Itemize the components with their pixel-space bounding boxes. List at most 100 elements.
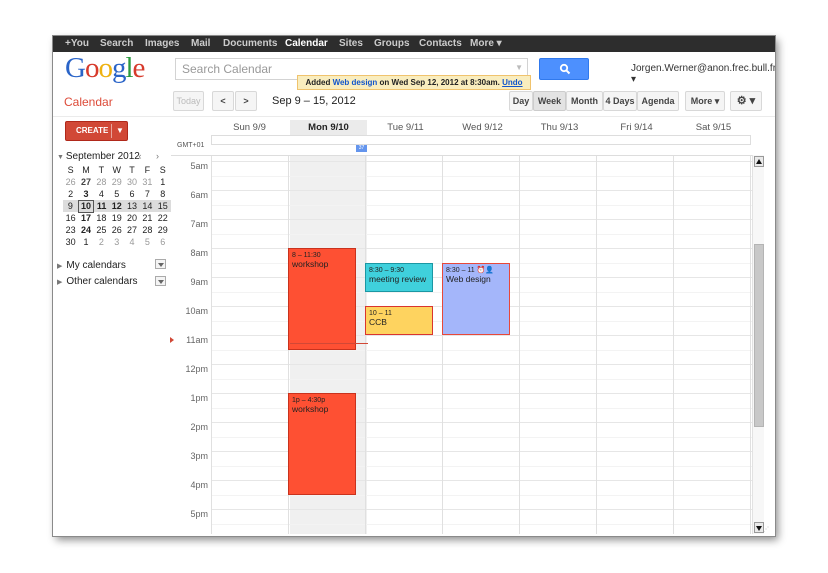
hour-label: 9am xyxy=(190,277,208,287)
topnav-documents[interactable]: Documents xyxy=(223,38,277,49)
mini-day[interactable]: 3 xyxy=(109,236,124,248)
mini-day[interactable]: 19 xyxy=(109,212,124,224)
mini-day[interactable]: 24 xyxy=(78,224,93,236)
mini-day[interactable]: 29 xyxy=(155,224,170,236)
day-header-wed[interactable]: Wed 9/12 xyxy=(444,120,521,136)
view-month-button[interactable]: Month xyxy=(566,91,603,111)
mini-day-today[interactable]: 10 xyxy=(77,199,95,213)
day-header-tue[interactable]: Tue 9/11 xyxy=(367,120,444,136)
topnav-sites[interactable]: Sites xyxy=(339,38,363,49)
mini-week-row: 26 27 28 29 30 31 1 xyxy=(63,176,171,188)
my-calendars-menu-icon[interactable] xyxy=(155,259,166,269)
topnav-you[interactable]: +You xyxy=(65,38,89,49)
mini-day[interactable]: 23 xyxy=(63,224,78,236)
mini-day[interactable]: 1 xyxy=(78,236,93,248)
my-calendars-section[interactable]: ▶ My calendars xyxy=(57,260,126,271)
prev-week-button[interactable]: < xyxy=(212,91,234,111)
mini-day[interactable]: 12 xyxy=(109,200,125,212)
mini-day[interactable]: 11 xyxy=(93,200,110,212)
calendar-event[interactable]: 1p – 4:30p workshop xyxy=(288,393,356,495)
create-event-button[interactable]: CREATE ▼ xyxy=(65,121,128,141)
mini-day[interactable]: 26 xyxy=(63,176,78,188)
mini-day[interactable]: 25 xyxy=(94,224,109,236)
mini-day[interactable]: 6 xyxy=(124,188,139,200)
mini-day[interactable]: 21 xyxy=(140,212,155,224)
calendar-event[interactable]: 8:30 – 11 ⏰👤 Web design xyxy=(442,262,510,335)
other-calendars-section[interactable]: ▶ Other calendars xyxy=(57,276,138,287)
scrollbar-thumb[interactable] xyxy=(754,244,764,427)
search-options-chevron-icon[interactable]: ▼ xyxy=(515,63,523,72)
mini-day[interactable]: 30 xyxy=(63,236,78,248)
mini-calendar-nav[interactable]: ‹ › xyxy=(139,151,166,161)
mini-day[interactable]: 18 xyxy=(94,212,109,224)
scroll-up-arrow-icon[interactable] xyxy=(754,156,764,167)
day-header-thu[interactable]: Thu 9/13 xyxy=(521,120,598,136)
mini-day[interactable]: 2 xyxy=(94,236,109,248)
resize-grip-icon[interactable]: ⋰ xyxy=(763,526,773,534)
mini-day[interactable]: 1 xyxy=(155,176,170,188)
mini-day[interactable]: 28 xyxy=(94,176,109,188)
user-account-menu[interactable]: Jorgen.Werner@anon.frec.bull.fr ▾ xyxy=(631,63,775,85)
undo-link[interactable]: Undo xyxy=(502,78,522,87)
view-day-button[interactable]: Day xyxy=(509,91,533,111)
topnav-mail[interactable]: Mail xyxy=(191,38,210,49)
mini-day[interactable]: 31 xyxy=(140,176,155,188)
mini-day[interactable]: 16 xyxy=(63,212,78,224)
mini-day[interactable]: 6 xyxy=(155,236,170,248)
all-day-row[interactable] xyxy=(211,135,751,145)
view-4days-button[interactable]: 4 Days xyxy=(603,91,637,111)
day-column-divider xyxy=(519,156,520,534)
mini-calendar-title[interactable]: September 2012 xyxy=(66,151,140,162)
mini-day[interactable]: 3 xyxy=(78,188,93,200)
topnav-groups[interactable]: Groups xyxy=(374,38,410,49)
create-dropdown-arrow-icon[interactable]: ▼ xyxy=(116,122,124,140)
expand-chevron-icon: ▶ xyxy=(57,279,63,286)
mini-day[interactable]: 22 xyxy=(155,212,170,224)
mini-day[interactable]: 4 xyxy=(94,188,109,200)
mini-day[interactable]: 27 xyxy=(124,224,139,236)
toast-event-link[interactable]: Web design xyxy=(333,78,378,87)
mini-day[interactable]: 29 xyxy=(109,176,124,188)
today-button[interactable]: Today xyxy=(173,91,204,111)
view-agenda-button[interactable]: Agenda xyxy=(637,91,679,111)
topnav-contacts[interactable]: Contacts xyxy=(419,38,462,49)
calendar-event[interactable]: 10 – 11 CCB xyxy=(365,306,433,335)
mini-day[interactable]: 13 xyxy=(124,200,140,212)
mini-day[interactable]: 30 xyxy=(124,176,139,188)
settings-gear-icon[interactable]: ⚙ ▾ xyxy=(730,91,762,111)
other-calendars-menu-icon[interactable] xyxy=(155,276,166,286)
grid-scrollbar[interactable] xyxy=(752,155,764,534)
topnav-more[interactable]: More ▾ xyxy=(470,38,502,49)
topnav-search[interactable]: Search xyxy=(100,38,133,49)
hour-label: 7am xyxy=(190,219,208,229)
mini-day[interactable]: 26 xyxy=(109,224,124,236)
mini-day[interactable]: 20 xyxy=(124,212,139,224)
day-header-sun[interactable]: Sun 9/9 xyxy=(211,120,288,136)
mini-day[interactable]: 17 xyxy=(78,212,93,224)
mini-day[interactable]: 4 xyxy=(124,236,139,248)
more-views-button[interactable]: More ▾ xyxy=(685,91,725,111)
topnav-images[interactable]: Images xyxy=(145,38,179,49)
mini-collapse-icon[interactable]: ▼ xyxy=(57,154,66,161)
day-header-sat[interactable]: Sat 9/15 xyxy=(675,120,752,136)
mini-day[interactable]: 2 xyxy=(63,188,78,200)
mini-day[interactable]: 28 xyxy=(140,224,155,236)
search-button[interactable] xyxy=(539,58,589,80)
mini-day[interactable]: 27 xyxy=(78,176,93,188)
view-week-button[interactable]: Week xyxy=(533,91,566,111)
mini-day[interactable]: 9 xyxy=(63,200,79,212)
topnav-calendar[interactable]: Calendar xyxy=(285,38,328,49)
mini-day[interactable]: 7 xyxy=(140,188,155,200)
mini-day[interactable]: 8 xyxy=(155,188,170,200)
mini-day[interactable]: 5 xyxy=(140,236,155,248)
google-logo[interactable]: Google xyxy=(65,52,145,85)
mini-day[interactable]: 15 xyxy=(155,200,171,212)
calendar-event[interactable]: 8:30 – 9:30 meeting review xyxy=(365,262,433,292)
day-header-mon-today[interactable]: Mon 9/10 xyxy=(290,120,367,136)
mini-day[interactable]: 5 xyxy=(109,188,124,200)
mini-day[interactable]: 14 xyxy=(139,200,156,212)
next-week-button[interactable]: > xyxy=(235,91,257,111)
calendar-event[interactable]: 8 – 11:30 workshop xyxy=(288,248,356,350)
day-header-fri[interactable]: Fri 9/14 xyxy=(598,120,675,136)
week-time-grid[interactable]: 5am 6am 7am 8am 9am 10am 11am 12pm 1pm 2pm 3pm 4pm 5… xyxy=(171,155,752,534)
